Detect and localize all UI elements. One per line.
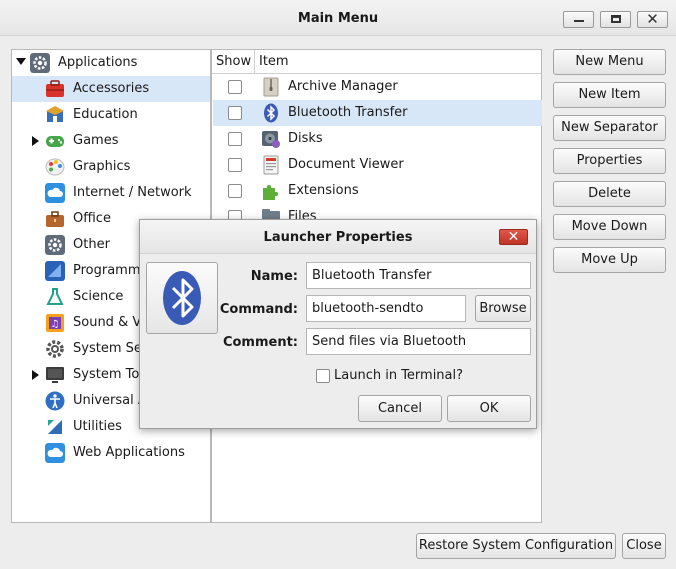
puzzle-icon: [263, 184, 279, 200]
gear-icon: [46, 340, 64, 358]
tree-item-label: Graphics: [73, 159, 131, 174]
comment-field[interactable]: Send files via Bluetooth: [306, 328, 531, 355]
move-down-button[interactable]: Move Down: [553, 214, 666, 240]
show-checkbox[interactable]: [228, 80, 242, 94]
browse-button[interactable]: Browse: [475, 295, 531, 322]
bluetooth-icon: [264, 103, 278, 123]
maximize-icon: [611, 15, 621, 23]
gear-icon: [30, 53, 50, 73]
item-label: Bluetooth Transfer: [288, 105, 408, 120]
cloud-icon: [45, 183, 65, 203]
close-icon: ✕: [507, 229, 520, 245]
command-field[interactable]: bluetooth-sendto: [306, 295, 466, 322]
expander-right-icon[interactable]: [32, 370, 39, 380]
list-item-disks[interactable]: Disks: [213, 126, 542, 152]
dialog-close-button[interactable]: ✕: [499, 229, 528, 245]
monitor-icon: [46, 367, 64, 383]
toolbox-icon: [46, 80, 64, 97]
new-item-button[interactable]: New Item: [553, 82, 666, 108]
item-label: Extensions: [288, 183, 359, 198]
flask-icon: [46, 288, 64, 305]
ok-button[interactable]: OK: [447, 395, 531, 422]
close-button[interactable]: Close: [622, 533, 666, 559]
accessibility-icon: [45, 391, 65, 411]
launcher-properties-dialog: Launcher Properties ✕ Name: Bluetooth Tr…: [139, 219, 537, 429]
launch-in-terminal-label: Launch in Terminal?: [334, 368, 464, 383]
window-close-button[interactable]: ✕: [637, 11, 668, 28]
tree-item-label: Sound & V: [73, 315, 142, 330]
list-item-archive-manager[interactable]: Archive Manager: [213, 74, 542, 100]
name-label: Name:: [250, 269, 298, 284]
item-label: Disks: [288, 131, 323, 146]
show-checkbox[interactable]: [228, 106, 242, 120]
comment-label: Comment:: [222, 335, 298, 350]
list-item-document-viewer[interactable]: Document Viewer: [213, 152, 542, 178]
tree-item-education[interactable]: Education: [12, 102, 210, 128]
tree-item-label: Universal A: [73, 393, 147, 408]
utilities-icon: [48, 420, 62, 434]
new-menu-button[interactable]: New Menu: [553, 49, 666, 75]
new-separator-button[interactable]: New Separator: [553, 115, 666, 141]
tree-item-label: Education: [73, 107, 138, 122]
dialog-titlebar: Launcher Properties ✕: [140, 220, 536, 254]
tree-item-label: System Se: [73, 341, 142, 356]
tree-item-label: Other: [73, 237, 110, 252]
list-item-extensions[interactable]: Extensions: [213, 178, 542, 204]
close-icon: ✕: [646, 10, 659, 28]
column-header-label: Show: [216, 54, 252, 69]
tree-item-label: Office: [73, 211, 111, 226]
education-icon: [46, 106, 64, 122]
disks-icon: [262, 131, 280, 148]
tree-item-label: System To: [73, 367, 140, 382]
tree-item-label: Accessories: [73, 81, 150, 96]
tree-item-accessories[interactable]: Accessories: [12, 76, 210, 102]
tree-item-label: Utilities: [73, 419, 122, 434]
window-titlebar: Main Menu ✕: [0, 0, 676, 36]
cancel-button[interactable]: Cancel: [358, 395, 442, 422]
maximize-button[interactable]: [600, 11, 631, 28]
tree-item-label: Web Applications: [73, 445, 185, 460]
expander-right-icon[interactable]: [32, 136, 39, 146]
gear-icon: [45, 235, 65, 255]
tree-item-graphics[interactable]: Graphics: [12, 154, 210, 180]
item-label: Archive Manager: [288, 79, 398, 94]
tree-root-applications[interactable]: Applications: [12, 50, 210, 76]
document-icon: [263, 155, 279, 175]
launch-in-terminal-checkbox[interactable]: [316, 369, 330, 383]
expander-down-icon[interactable]: [16, 58, 26, 65]
tree-item-games[interactable]: Games: [12, 128, 210, 154]
show-checkbox[interactable]: [228, 132, 242, 146]
minimize-button[interactable]: [563, 11, 594, 28]
list-item-bluetooth-transfer[interactable]: Bluetooth Transfer: [213, 100, 542, 126]
show-checkbox[interactable]: [228, 158, 242, 172]
tree-item-label: Applications: [58, 55, 138, 70]
music-icon: ♫: [46, 314, 64, 332]
minimize-icon: [574, 20, 584, 22]
tree-item-label: Internet / Network: [73, 185, 192, 200]
tree-item-label: Games: [73, 133, 119, 148]
command-label: Command:: [219, 302, 298, 317]
tree-item-label: Programm: [73, 263, 141, 278]
column-header-label: Item: [259, 54, 289, 69]
code-icon: [45, 261, 65, 281]
restore-system-configuration-button[interactable]: Restore System Configuration: [416, 533, 616, 559]
gamepad-icon: [46, 136, 64, 147]
palette-icon: [45, 158, 65, 176]
column-header-item[interactable]: Item: [255, 50, 541, 74]
archive-icon: [263, 77, 279, 97]
briefcase-icon: [46, 211, 64, 227]
cloud-icon: [45, 443, 65, 463]
svg-text:♫: ♫: [51, 319, 60, 330]
dialog-title: Launcher Properties: [263, 230, 413, 245]
tree-item-internet[interactable]: Internet / Network: [12, 180, 210, 206]
show-checkbox[interactable]: [228, 184, 242, 198]
tree-item-label: Science: [73, 289, 124, 304]
properties-button[interactable]: Properties: [553, 148, 666, 174]
name-field[interactable]: Bluetooth Transfer: [306, 262, 531, 289]
column-header-show[interactable]: Show: [212, 50, 255, 74]
tree-item-web-applications[interactable]: Web Applications: [12, 440, 210, 466]
move-up-button[interactable]: Move Up: [553, 247, 666, 273]
item-label: Document Viewer: [288, 157, 404, 172]
delete-button[interactable]: Delete: [553, 181, 666, 207]
